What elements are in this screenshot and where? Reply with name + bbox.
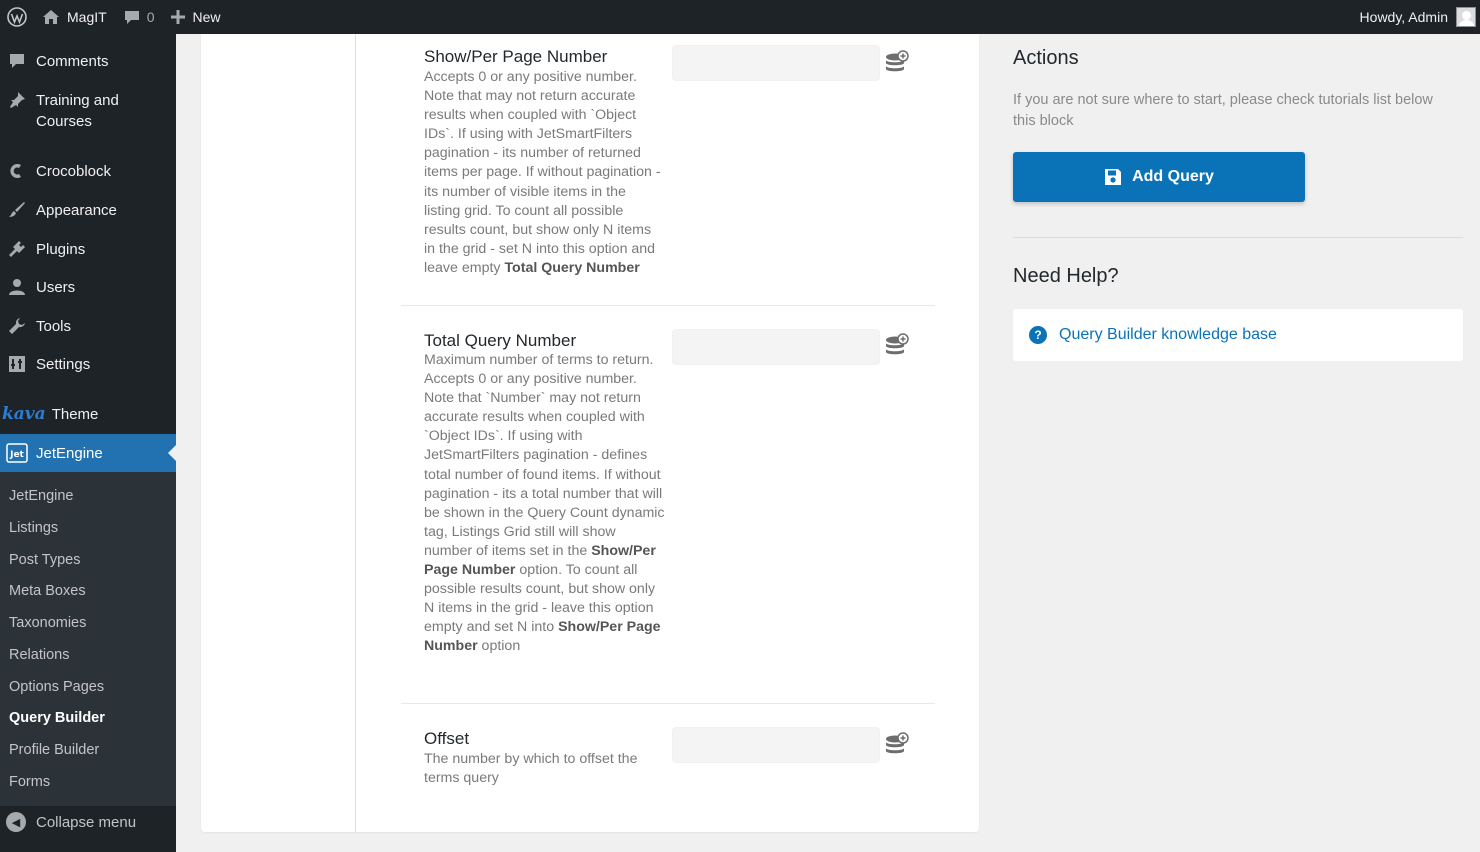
active-indicator bbox=[168, 445, 176, 461]
site-name-link[interactable]: MagIT bbox=[34, 0, 115, 34]
brush-icon bbox=[6, 200, 28, 220]
dynamic-tag-icon[interactable] bbox=[885, 50, 909, 76]
total-desc-text-3: option bbox=[477, 638, 521, 655]
submenu-item-listings[interactable]: Listings bbox=[9, 520, 58, 536]
need-help-title: Need Help? bbox=[1013, 265, 1119, 287]
sidebar-item-theme[interactable]: kava Theme bbox=[0, 404, 176, 425]
per-page-input[interactable] bbox=[672, 45, 880, 81]
collapse-menu-button[interactable]: ◀ Collapse menu bbox=[0, 812, 176, 832]
dynamic-tag-icon[interactable] bbox=[885, 333, 909, 359]
total-query-input[interactable] bbox=[672, 329, 880, 365]
total-query-description: Maximum number of terms to return. Accep… bbox=[424, 351, 666, 657]
dynamic-tag-icon[interactable] bbox=[885, 732, 909, 758]
offset-description: The number by which to offset the terms … bbox=[424, 751, 638, 787]
save-icon bbox=[1104, 168, 1122, 186]
offset-input[interactable] bbox=[672, 727, 880, 763]
wrench-icon bbox=[6, 316, 28, 336]
sidebar-item-comments[interactable]: Comments bbox=[0, 51, 176, 72]
admin-sidebar: Comments Training and Courses Crocoblock… bbox=[0, 34, 176, 852]
query-settings-card: Show/Per Page Number Accepts 0 or any po… bbox=[201, 34, 979, 832]
submenu-item-relations[interactable]: Relations bbox=[9, 647, 69, 663]
sidebar-item-crocoblock[interactable]: Crocoblock bbox=[0, 161, 176, 182]
collapse-arrow-icon: ◀ bbox=[6, 812, 26, 832]
sidebar-item-plugins[interactable]: Plugins bbox=[0, 239, 176, 260]
actions-note: If you are not sure where to start, plea… bbox=[1013, 92, 1433, 129]
svg-text:Jet: Jet bbox=[9, 450, 24, 460]
question-icon: ? bbox=[1029, 326, 1047, 344]
help-card: ? Query Builder knowledge base bbox=[1013, 309, 1463, 361]
howdy-greeting: Howdy, Admin bbox=[1359, 9, 1448, 25]
row-separator bbox=[401, 703, 935, 704]
collapse-label: Collapse menu bbox=[36, 813, 137, 831]
comments-count: 0 bbox=[146, 9, 155, 25]
submenu-item-query-builder[interactable]: Query Builder bbox=[9, 710, 105, 726]
total-query-title: Total Query Number bbox=[424, 331, 577, 350]
per-page-desc-bold: Total Query Number bbox=[504, 259, 640, 276]
kava-logo: kava bbox=[2, 404, 46, 424]
sidebar-item-appearance[interactable]: Appearance bbox=[0, 200, 176, 221]
knowledge-base-link[interactable]: Query Builder knowledge base bbox=[1059, 326, 1277, 344]
sidebar-item-label: Crocoblock bbox=[36, 163, 112, 180]
per-page-title: Show/Per Page Number bbox=[424, 47, 608, 66]
comment-bubble-icon bbox=[123, 9, 141, 26]
wordpress-logo-icon[interactable] bbox=[0, 0, 34, 34]
per-page-description: Accepts 0 or any positive number. Note t… bbox=[424, 68, 666, 278]
site-name: MagIT bbox=[67, 9, 107, 25]
total-desc-text-1: Maximum number of terms to return. Accep… bbox=[424, 352, 665, 559]
plugin-icon bbox=[6, 239, 28, 259]
new-content-link[interactable]: New bbox=[162, 0, 228, 34]
sidebar-item-users[interactable]: Users bbox=[0, 277, 176, 298]
column-divider bbox=[355, 34, 356, 832]
sidebar-item-training[interactable]: Training and Courses bbox=[0, 90, 176, 132]
sidebar-item-label: Users bbox=[36, 279, 76, 296]
add-query-label: Add Query bbox=[1132, 168, 1214, 185]
sidebar-item-label: Training and Courses bbox=[36, 92, 119, 130]
submenu-item-forms[interactable]: Forms bbox=[9, 774, 50, 790]
offset-title: Offset bbox=[424, 729, 470, 748]
sidebar-item-label: Plugins bbox=[36, 241, 86, 258]
sidebar-item-tools[interactable]: Tools bbox=[0, 316, 176, 337]
admin-bar: MagIT 0 New Howdy, Admin bbox=[0, 0, 1480, 34]
sidebar-item-label: Comments bbox=[36, 53, 109, 70]
submenu-item-taxonomies[interactable]: Taxonomies bbox=[9, 615, 86, 631]
user-icon bbox=[6, 277, 28, 297]
submenu-item-post-types[interactable]: Post Types bbox=[9, 552, 80, 568]
pin-icon bbox=[6, 90, 28, 110]
sidebar-item-label: Theme bbox=[51, 406, 99, 423]
sidebar-item-label: JetEngine bbox=[36, 444, 103, 462]
home-icon bbox=[42, 9, 60, 25]
submenu-item-jetengine[interactable]: JetEngine bbox=[9, 488, 74, 504]
jetengine-submenu: JetEngine Listings Post Types Meta Boxes… bbox=[0, 472, 176, 806]
sidebar-item-jetengine[interactable]: Jet JetEngine bbox=[0, 434, 176, 472]
actions-title: Actions bbox=[1013, 47, 1079, 69]
crocoblock-icon bbox=[6, 161, 28, 181]
plus-icon bbox=[170, 9, 186, 25]
right-separator bbox=[1013, 237, 1463, 238]
submenu-item-meta-boxes[interactable]: Meta Boxes bbox=[9, 583, 86, 599]
submenu-item-profile-builder[interactable]: Profile Builder bbox=[9, 742, 99, 758]
sidebar-item-label: Appearance bbox=[36, 202, 117, 219]
settings-icon bbox=[6, 354, 28, 374]
submenu-item-options-pages[interactable]: Options Pages bbox=[9, 679, 104, 695]
comments-link[interactable]: 0 bbox=[115, 0, 163, 34]
jetengine-icon: Jet bbox=[6, 443, 28, 463]
sidebar-item-label: Settings bbox=[36, 356, 91, 373]
sidebar-item-settings[interactable]: Settings bbox=[0, 354, 176, 375]
my-account-link[interactable]: Howdy, Admin bbox=[1352, 0, 1480, 34]
per-page-desc-text: Accepts 0 or any positive number. Note t… bbox=[424, 69, 661, 276]
avatar bbox=[1456, 7, 1476, 27]
row-separator bbox=[401, 305, 935, 306]
sidebar-item-label: Tools bbox=[36, 318, 72, 335]
add-query-button[interactable]: Add Query bbox=[1013, 152, 1305, 202]
new-label: New bbox=[192, 9, 221, 25]
comment-icon bbox=[6, 51, 28, 71]
